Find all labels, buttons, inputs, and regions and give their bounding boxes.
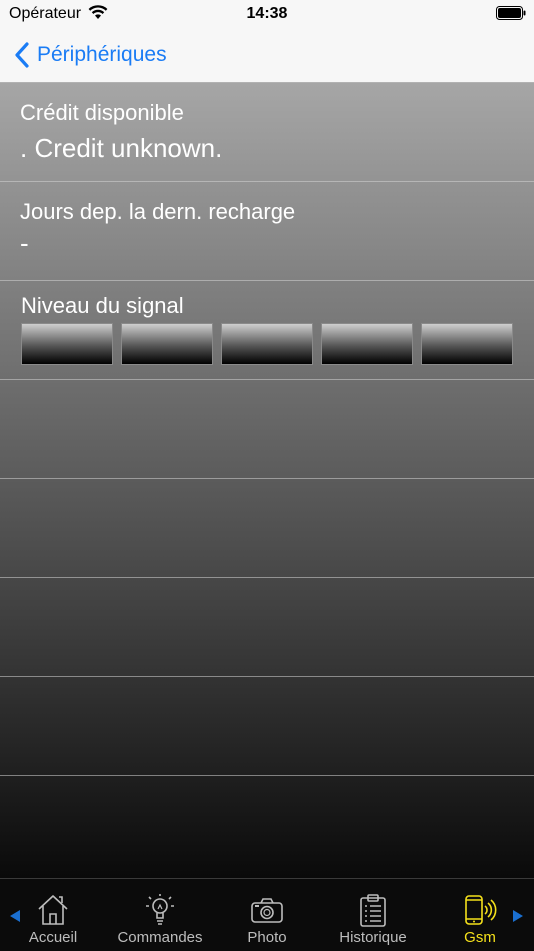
tab-commandes[interactable]: Commandes [105, 879, 215, 951]
status-bar: Opérateur 14:38 [0, 0, 534, 28]
signal-level-indicator [21, 323, 513, 365]
tab-bar: Accueil Commandes Photo Historique Gsm [0, 878, 534, 950]
back-button[interactable]: Périphériques [14, 40, 167, 70]
tab-label: Historique [339, 929, 407, 946]
empty-row [0, 479, 534, 578]
tab-label: Accueil [28, 929, 78, 946]
camera-icon [251, 898, 283, 923]
signal-bar [121, 323, 213, 365]
days-since-recharge-label: Jours dep. la dern. recharge [20, 199, 296, 224]
tab-label: Commandes [117, 929, 203, 946]
clipboard-icon [360, 894, 386, 927]
tab-accueil[interactable]: Accueil [0, 879, 108, 951]
signal-bar [21, 323, 113, 365]
signal-bar [221, 323, 313, 365]
clock: 14:38 [246, 5, 288, 22]
empty-row [0, 578, 534, 677]
empty-row [0, 380, 534, 479]
tab-historique[interactable]: Historique [318, 879, 428, 951]
lightbulb-icon [146, 894, 174, 925]
empty-row [0, 677, 534, 776]
chevron-left-icon [15, 42, 29, 68]
home-icon [38, 895, 68, 925]
signal-level-row: Niveau du signal [0, 281, 534, 380]
credit-value: . Credit unknown. [20, 133, 223, 163]
credit-label: Crédit disponible [20, 100, 184, 125]
back-button-label: Périphériques [37, 43, 167, 66]
days-since-recharge-row: Jours dep. la dern. recharge - [0, 182, 534, 281]
tab-photo[interactable]: Photo [212, 879, 322, 951]
empty-row [0, 776, 534, 875]
phone-signal-icon [465, 895, 497, 925]
signal-bar [421, 323, 513, 365]
navigation-bar: Périphériques [0, 28, 534, 83]
days-since-recharge-value: - [20, 228, 29, 258]
signal-bar [321, 323, 413, 365]
scroll-right-arrow-icon[interactable] [511, 909, 525, 923]
battery-icon [496, 6, 526, 20]
tab-label: Photo [247, 929, 287, 946]
gsm-details: Crédit disponible . Credit unknown. Jour… [0, 83, 534, 878]
credit-row: Crédit disponible . Credit unknown. [0, 83, 534, 182]
signal-level-label: Niveau du signal [21, 293, 184, 318]
tab-label: Gsm [464, 929, 496, 946]
